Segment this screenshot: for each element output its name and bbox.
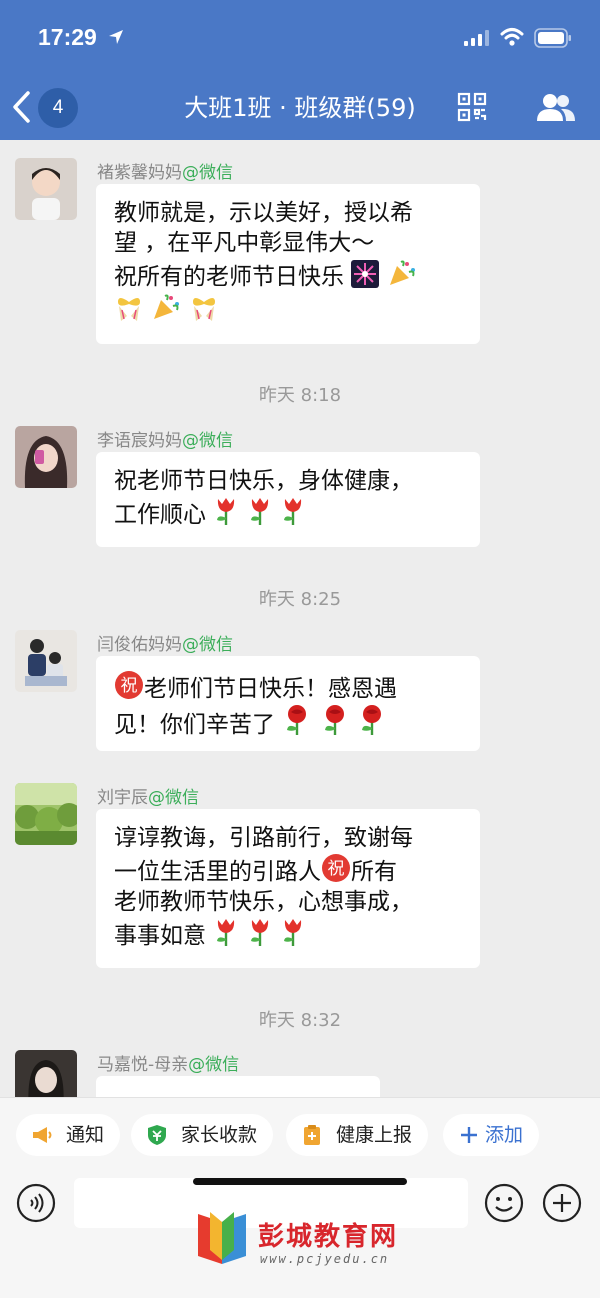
- status-time: 17:29: [38, 24, 97, 50]
- message-text: 祝老师节日快乐，身体健康，: [114, 468, 413, 494]
- battery-icon: [534, 28, 571, 48]
- voice-icon[interactable]: [16, 1183, 56, 1223]
- message-text: 祝所有的老师节日快乐: [114, 264, 344, 290]
- message-text: 教师就是，示以美好，授以希: [114, 200, 413, 226]
- message-text: 一位生活里的引路人: [114, 859, 321, 885]
- notice-button[interactable]: 通知: [16, 1114, 121, 1156]
- sender-name: 闫俊佑妈妈@微信: [97, 635, 233, 655]
- add-shortcut-button[interactable]: 添加: [443, 1114, 540, 1156]
- message-bubble[interactable]: 祝老师们节日快乐！感恩遇 见！你们辛苦了: [96, 656, 480, 751]
- message-text: 望 ，在平凡中彰显伟大～: [114, 230, 375, 256]
- avatar[interactable]: [15, 783, 77, 845]
- blessing-zhu-icon: 祝: [115, 671, 143, 699]
- unread-count-badge[interactable]: 4: [38, 88, 78, 128]
- sender-name: 褚紫馨妈妈@微信: [97, 163, 233, 183]
- rose-icon: [324, 705, 344, 735]
- chat-header: 17:29 4 大班1班 · 班级群(59): [0, 0, 600, 140]
- firework-icon: [351, 260, 380, 288]
- party-popper-icon: [154, 294, 180, 319]
- more-plus-icon[interactable]: [542, 1183, 582, 1223]
- message-bubble[interactable]: 教师就是，示以美好，授以希 望 ，在平凡中彰显伟大～ 祝所有的老师节日快乐: [96, 184, 480, 344]
- avatar[interactable]: [15, 630, 77, 692]
- parent-payment-button[interactable]: 家长收款: [131, 1114, 274, 1156]
- tulip-icon: [250, 919, 268, 946]
- tulip-icon: [217, 919, 235, 946]
- gift-ribbon-icon: [118, 298, 140, 321]
- sender-name: 刘宇辰@微信: [97, 788, 199, 808]
- message-text: 见！你们辛苦了: [114, 712, 275, 738]
- avatar[interactable]: [15, 158, 77, 220]
- message-bubble[interactable]: 祝老师节日快乐，身体健康， 工作顺心: [96, 452, 480, 547]
- home-indicator: [193, 1178, 407, 1185]
- rose-icon: [361, 705, 381, 735]
- avatar[interactable]: [15, 426, 77, 488]
- megaphone-icon: [33, 1127, 52, 1143]
- rose-icon: [287, 705, 307, 735]
- group-members-icon[interactable]: [536, 92, 576, 122]
- blessing-zhu-icon: 祝: [322, 854, 350, 882]
- watermark-title: 彭城教育网: [258, 1222, 399, 1252]
- timestamp-divider: 昨天 8:25: [258, 589, 342, 610]
- message-text: 老师教师节快乐，心想事成，: [114, 889, 413, 915]
- signal-icon: [464, 30, 489, 46]
- wifi-icon: [500, 28, 524, 46]
- message-text: 老师们节日快乐！感恩遇: [144, 676, 397, 702]
- message-text: 谆谆教诲，引路前行，致谢每: [114, 825, 413, 851]
- sender-name: 马嘉悦-母亲@微信: [97, 1055, 240, 1075]
- message-text: 事事如意: [114, 923, 206, 949]
- book-logo-icon: [198, 1212, 246, 1264]
- tulip-icon: [283, 498, 302, 525]
- emoji-icon[interactable]: [484, 1183, 524, 1223]
- tulip-icon: [217, 498, 235, 525]
- party-popper-icon: [389, 260, 415, 285]
- message-bubble[interactable]: 谆谆教诲，引路前行，致谢每 一位生活里的引路人祝所有 老师教师节快乐，心想事成，…: [96, 809, 480, 968]
- gift-ribbon-icon: [192, 298, 215, 321]
- qr-code-icon[interactable]: [457, 92, 487, 122]
- site-watermark: 彭城教育网 www.pcjyedu.cn: [192, 1210, 422, 1276]
- timestamp-divider: 昨天 8:18: [258, 385, 342, 406]
- timestamp-divider: 昨天 8:32: [258, 1010, 342, 1031]
- message-text: 所有: [351, 859, 397, 885]
- svg-text:祝: 祝: [328, 859, 345, 879]
- tulip-icon: [283, 919, 302, 946]
- message-text: 工作顺心: [114, 502, 206, 528]
- watermark-url: www.pcjyedu.cn: [260, 1252, 390, 1266]
- svg-text:祝: 祝: [121, 676, 138, 696]
- sender-name: 李语宸妈妈@微信: [97, 431, 233, 451]
- clipboard-icon: [304, 1125, 320, 1145]
- location-arrow-icon: [109, 30, 123, 44]
- input-toolbar: 通知 家长收款 健康上报 添加 彭城教育网 www.pcjyedu.cn: [0, 1097, 600, 1298]
- plus-icon: [461, 1127, 477, 1143]
- health-report-button[interactable]: 健康上报: [286, 1114, 429, 1156]
- back-icon[interactable]: [10, 90, 34, 124]
- tulip-icon: [250, 498, 268, 525]
- payment-shield-icon: [148, 1125, 166, 1145]
- chat-title: 大班1班 · 班级群(59): [184, 94, 416, 122]
